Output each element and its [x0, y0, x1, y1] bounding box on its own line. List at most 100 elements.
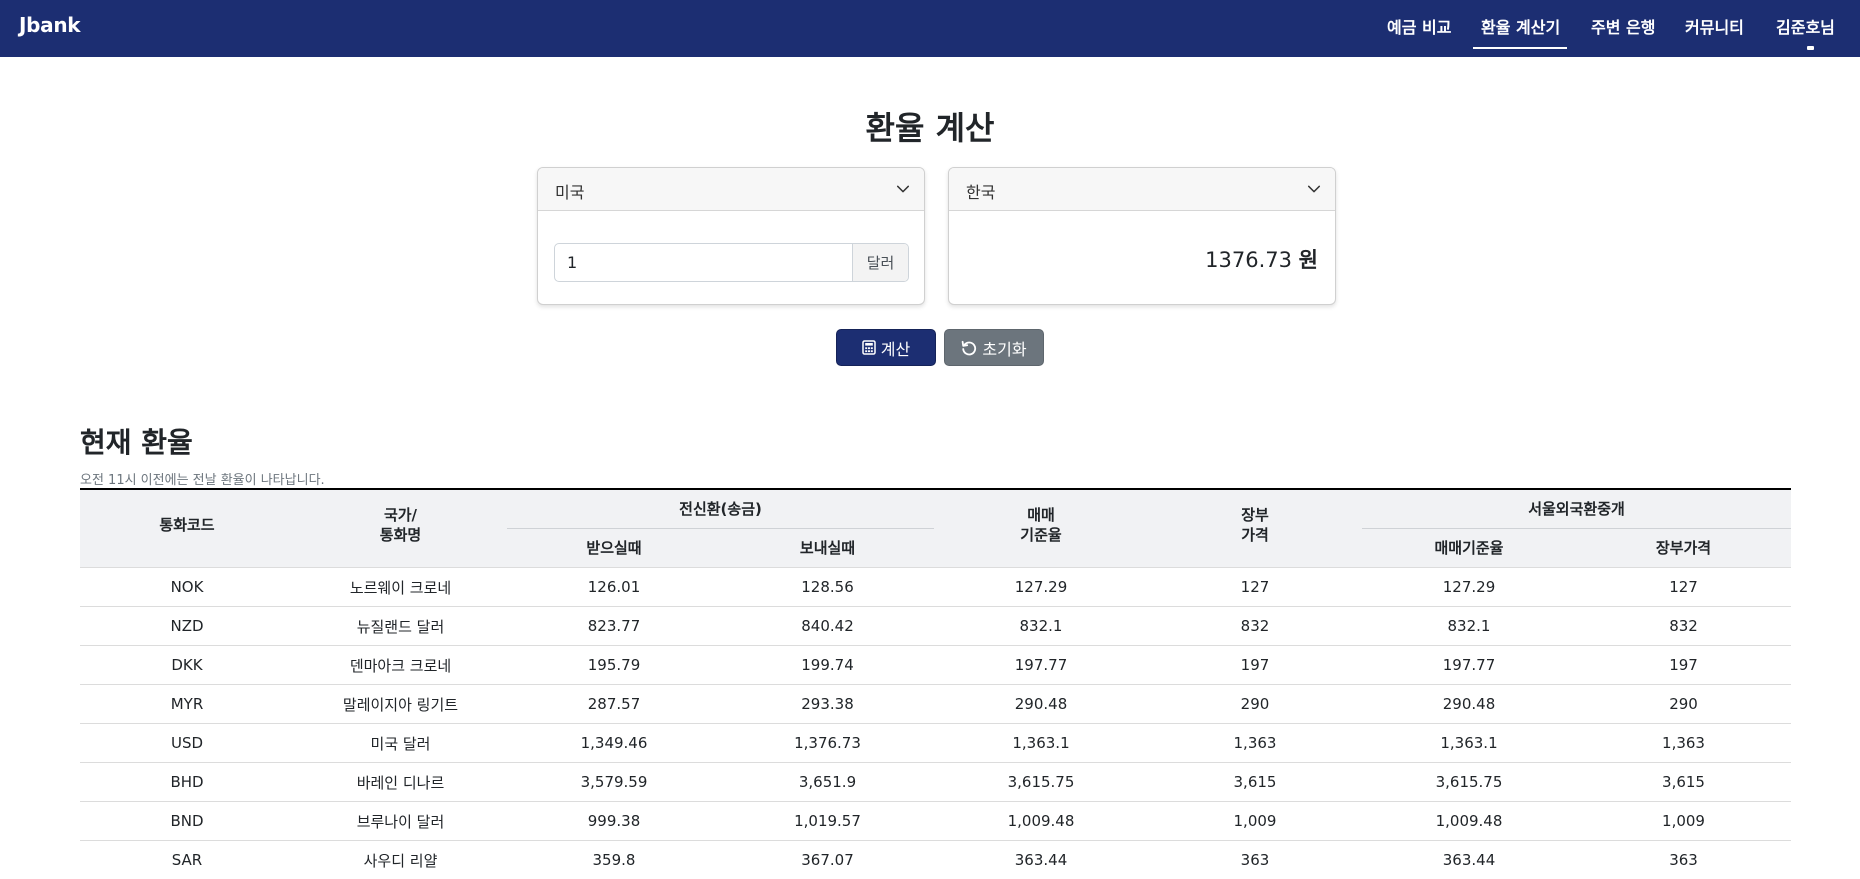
- cell-base-rate: 363.44: [934, 841, 1148, 879]
- cell-tt-sell: 1,376.73: [721, 724, 934, 763]
- cell-seoul-base: 127.29: [1362, 568, 1576, 607]
- nav-item-community[interactable]: 커뮤니티: [1685, 14, 1744, 38]
- cell-base-rate: 3,615.75: [934, 763, 1148, 802]
- cell-tt-buy: 1,349.46: [507, 724, 721, 763]
- cell-book-price: 1,363: [1148, 724, 1362, 763]
- cell-tt-buy: 823.77: [507, 607, 721, 646]
- cell-seoul-base: 1,363.1: [1362, 724, 1576, 763]
- header-book-price: 장부 가격: [1148, 489, 1362, 568]
- cell-seoul-book: 363: [1576, 841, 1791, 879]
- cell-seoul-base: 1,009.48: [1362, 802, 1576, 841]
- cell-tt-sell: 199.74: [721, 646, 934, 685]
- cell-tt-buy: 195.79: [507, 646, 721, 685]
- cell-seoul-base: 197.77: [1362, 646, 1576, 685]
- header-currency-code: 통화코드: [80, 489, 294, 568]
- header-base-line1: 매매: [1027, 506, 1055, 524]
- cell-book-price: 127: [1148, 568, 1362, 607]
- cell-code: SAR: [80, 841, 294, 879]
- brand-logo[interactable]: Jbank: [19, 13, 80, 37]
- cell-code: NOK: [80, 568, 294, 607]
- header-tt-sell: 보내실때: [721, 529, 934, 568]
- cell-base-rate: 1,009.48: [934, 802, 1148, 841]
- header-tt-group: 전신환(송금): [507, 489, 934, 529]
- table-row: BND 브루나이 달러 999.38 1,019.57 1,009.48 1,0…: [80, 802, 1791, 841]
- nav-item-exchange-calculator[interactable]: 환율 계산기: [1481, 14, 1560, 38]
- calculate-button[interactable]: 계산: [836, 329, 936, 366]
- reset-icon: [961, 340, 977, 356]
- cell-book-price: 1,009: [1148, 802, 1362, 841]
- cell-seoul-book: 1,009: [1576, 802, 1791, 841]
- from-currency-card: 미국 달러: [537, 167, 925, 305]
- header-base-rate: 매매 기준율: [934, 489, 1148, 568]
- header-book-line1: 장부: [1241, 506, 1269, 524]
- table-row: BHD 바레인 디나르 3,579.59 3,651.9 3,615.75 3,…: [80, 763, 1791, 802]
- table-row: USD 미국 달러 1,349.46 1,376.73 1,363.1 1,36…: [80, 724, 1791, 763]
- to-currency-card: 한국 1376.73 원: [948, 167, 1336, 305]
- nav-active-indicator: [1473, 47, 1567, 49]
- cell-country: 브루나이 달러: [294, 802, 507, 841]
- chevron-down-icon: [896, 182, 910, 196]
- to-country-select[interactable]: 한국: [949, 168, 1335, 211]
- cell-code: USD: [80, 724, 294, 763]
- header-book-line2: 가격: [1241, 526, 1269, 544]
- header-base-line2: 기준율: [1020, 526, 1061, 544]
- header-country-line2: 통화명: [380, 526, 421, 544]
- from-country-value: 미국: [555, 179, 584, 203]
- cell-tt-buy: 287.57: [507, 685, 721, 724]
- cell-base-rate: 1,363.1: [934, 724, 1148, 763]
- cell-base-rate: 197.77: [934, 646, 1148, 685]
- cell-seoul-base: 3,615.75: [1362, 763, 1576, 802]
- table-row: MYR 말레이지아 링기트 287.57 293.38 290.48 290 2…: [80, 685, 1791, 724]
- chevron-down-icon: [1307, 182, 1321, 196]
- cell-tt-sell: 293.38: [721, 685, 934, 724]
- header-seoul-book: 장부가격: [1576, 529, 1791, 568]
- nav-item-deposit-compare[interactable]: 예금 비교: [1387, 14, 1451, 38]
- table-row: SAR 사우디 리얄 359.8 367.07 363.44 363 363.4…: [80, 841, 1791, 879]
- cell-country: 노르웨이 크로네: [294, 568, 507, 607]
- cell-code: NZD: [80, 607, 294, 646]
- reset-button[interactable]: 초기화: [944, 329, 1044, 366]
- amount-input[interactable]: [555, 244, 845, 281]
- amount-input-group: 달러: [554, 243, 909, 282]
- nav-item-user-menu[interactable]: 김준호님: [1776, 14, 1835, 38]
- cell-base-rate: 832.1: [934, 607, 1148, 646]
- cell-seoul-book: 197: [1576, 646, 1791, 685]
- cell-country: 덴마아크 크로네: [294, 646, 507, 685]
- result-unit: 원: [1299, 248, 1318, 272]
- exchange-rates-table: 통화코드 국가/ 통화명 전신환(송금) 매매 기준율 장부 가격 서울외국환중…: [80, 488, 1791, 879]
- cell-code: DKK: [80, 646, 294, 685]
- cell-country: 미국 달러: [294, 724, 507, 763]
- header-country: 국가/ 통화명: [294, 489, 507, 568]
- nav-item-nearby-banks[interactable]: 주변 은행: [1591, 14, 1655, 38]
- cell-seoul-base: 832.1: [1362, 607, 1576, 646]
- cell-tt-buy: 359.8: [507, 841, 721, 879]
- cell-tt-buy: 3,579.59: [507, 763, 721, 802]
- user-dropdown-indicator: [1807, 46, 1814, 50]
- table-row: NZD 뉴질랜드 달러 823.77 840.42 832.1 832 832.…: [80, 607, 1791, 646]
- cell-book-price: 832: [1148, 607, 1362, 646]
- cell-country: 바레인 디나르: [294, 763, 507, 802]
- current-rates-title: 현재 환율: [80, 421, 193, 461]
- cell-book-price: 3,615: [1148, 763, 1362, 802]
- conversion-result: 1376.73 원: [1205, 244, 1318, 274]
- from-country-select[interactable]: 미국: [538, 168, 924, 211]
- top-navbar: Jbank 예금 비교 환율 계산기 주변 은행 커뮤니티 김준호님: [0, 0, 1860, 57]
- header-country-line1: 국가/: [384, 506, 417, 524]
- table-row: DKK 덴마아크 크로네 195.79 199.74 197.77 197 19…: [80, 646, 1791, 685]
- cell-base-rate: 290.48: [934, 685, 1148, 724]
- result-value: 1376.73: [1205, 248, 1292, 272]
- cell-seoul-book: 290: [1576, 685, 1791, 724]
- rates-note: 오전 11시 이전에는 전날 환율이 나타납니다.: [80, 469, 325, 488]
- cell-seoul-base: 290.48: [1362, 685, 1576, 724]
- cell-tt-buy: 999.38: [507, 802, 721, 841]
- cell-country: 뉴질랜드 달러: [294, 607, 507, 646]
- cell-seoul-book: 1,363: [1576, 724, 1791, 763]
- reset-button-label: 초기화: [982, 336, 1026, 360]
- cell-book-price: 290: [1148, 685, 1362, 724]
- calculator-icon: [862, 340, 876, 355]
- cell-code: BND: [80, 802, 294, 841]
- cell-book-price: 363: [1148, 841, 1362, 879]
- cell-country: 말레이지아 링기트: [294, 685, 507, 724]
- cell-book-price: 197: [1148, 646, 1362, 685]
- calculate-button-label: 계산: [881, 336, 910, 360]
